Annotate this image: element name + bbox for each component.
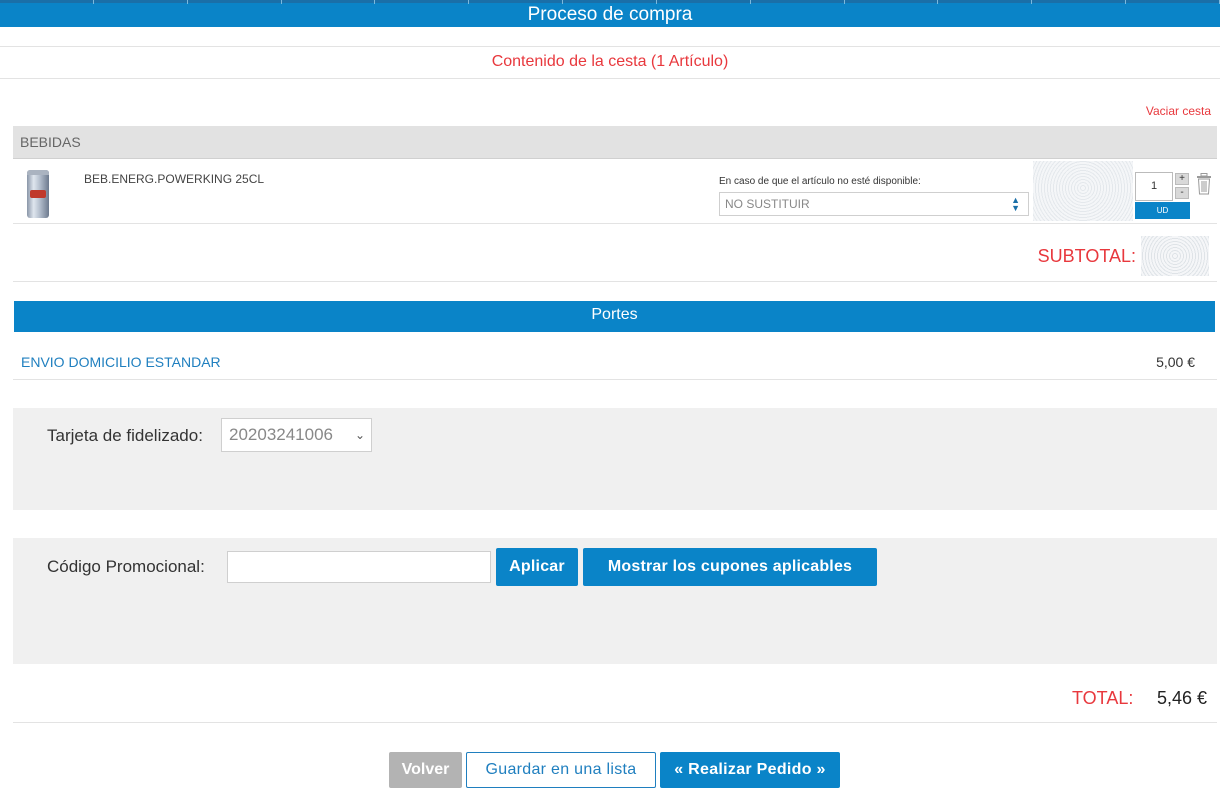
cart-title: Contenido de la cesta (1 Artículo) bbox=[0, 46, 1220, 79]
loyalty-label: Tarjeta de fidelizado: bbox=[47, 426, 203, 445]
product-image[interactable] bbox=[27, 170, 49, 218]
save-list-button[interactable]: Guardar en una lista bbox=[466, 752, 656, 788]
back-button[interactable]: Volver bbox=[389, 752, 462, 788]
category-header: BEBIDAS bbox=[13, 126, 1217, 159]
total-row: TOTAL: 5,46 € bbox=[13, 682, 1217, 723]
shipping-header: Portes bbox=[14, 301, 1215, 332]
chevron-down-icon: ⌄ bbox=[354, 428, 365, 442]
loyalty-panel: Tarjeta de fidelizado: 20203241006 ⌄ bbox=[13, 408, 1217, 510]
shipping-method[interactable]: ENVIO DOMICILIO ESTANDAR bbox=[21, 354, 221, 370]
shipping-row: ENVIO DOMICILIO ESTANDAR 5,00 € bbox=[13, 345, 1217, 380]
subtotal-label: SUBTOTAL: bbox=[1037, 246, 1136, 266]
subtotal-value-blurred bbox=[1141, 236, 1209, 276]
subtotal-row: SUBTOTAL: bbox=[13, 224, 1217, 282]
unit-selector[interactable]: UD bbox=[1135, 202, 1190, 219]
page-header: Proceso de compra bbox=[0, 0, 1220, 27]
cart-item-row: BEB.ENERG.POWERKING 25CL En caso de que … bbox=[13, 159, 1217, 224]
substitution-select-value: NO SUSTITUIR bbox=[725, 197, 810, 211]
empty-cart-link[interactable]: Vaciar cesta bbox=[1146, 104, 1211, 118]
loyalty-card-value: 20203241006 bbox=[229, 425, 334, 444]
place-order-button[interactable]: « Realizar Pedido » bbox=[660, 752, 840, 788]
total-value: 5,46 € bbox=[1156, 688, 1207, 708]
trash-icon[interactable] bbox=[1196, 173, 1212, 195]
product-name[interactable]: BEB.ENERG.POWERKING 25CL bbox=[84, 172, 264, 186]
substitution-label: En caso de que el artículo no esté dispo… bbox=[719, 176, 921, 187]
shipping-price: 5,00 € bbox=[1156, 354, 1195, 370]
show-coupons-button[interactable]: Mostrar los cupones aplicables bbox=[583, 548, 877, 586]
quantity-input[interactable]: 1 bbox=[1135, 172, 1173, 201]
item-price-blurred bbox=[1033, 161, 1133, 221]
loyalty-card-select[interactable]: 20203241006 ⌄ bbox=[221, 418, 372, 452]
substitution-select[interactable]: NO SUSTITUIR ▲ ▼ bbox=[719, 192, 1029, 216]
quantity-decrease-button[interactable]: - bbox=[1175, 187, 1189, 199]
page-title: Proceso de compra bbox=[527, 4, 693, 25]
quantity-increase-button[interactable]: + bbox=[1175, 173, 1189, 185]
apply-promo-button[interactable]: Aplicar bbox=[496, 548, 578, 586]
promo-label: Código Promocional: bbox=[47, 557, 205, 576]
promo-code-input[interactable] bbox=[227, 551, 491, 583]
promo-panel: Código Promocional: Aplicar Mostrar los … bbox=[13, 538, 1217, 664]
up-down-arrows-icon: ▲ ▼ bbox=[1011, 195, 1020, 213]
total-label: TOTAL: bbox=[1072, 688, 1134, 708]
